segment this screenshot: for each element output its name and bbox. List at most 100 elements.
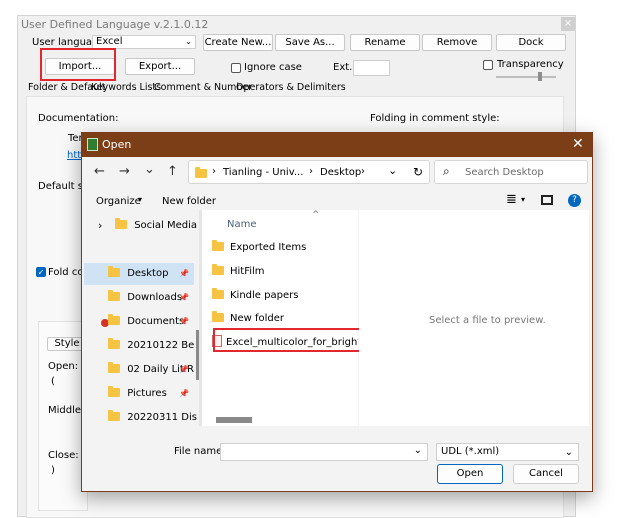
folder-icon — [108, 290, 120, 301]
folder-icon — [212, 311, 224, 322]
file-name: HitFilm — [230, 266, 265, 277]
expand-chevron-icon[interactable]: › — [98, 215, 102, 237]
address-bar[interactable]: › Tianling - Univ... › Desktop › ⌄ ↻ — [188, 160, 430, 184]
folder-icon — [212, 288, 224, 299]
chevron-down-icon: ⌄ — [185, 37, 192, 46]
breadcrumb-desktop[interactable]: Desktop — [320, 167, 361, 178]
file-name: Exported Items — [230, 242, 307, 253]
nav-item-20210122[interactable]: 20210122 Be — [84, 335, 194, 357]
folder-icon — [212, 264, 224, 275]
pin-icon: 📌 — [179, 389, 189, 398]
nav-item-label: Documents — [127, 316, 185, 327]
nav-item-label: Desktop — [127, 268, 169, 279]
folder-icon — [108, 410, 120, 421]
remove-button[interactable]: Remove — [422, 34, 492, 51]
up-arrow-icon[interactable]: ↑ — [167, 164, 178, 179]
search-input-placeholder[interactable]: Search Desktop — [465, 167, 544, 178]
refresh-icon[interactable]: ↻ — [413, 165, 423, 179]
dialog-close-icon[interactable]: ✕ — [572, 136, 584, 152]
nav-item-label: Social Media A — [134, 220, 200, 231]
import-highlight-box — [40, 48, 116, 81]
close-label: Close: — [48, 450, 79, 461]
middle-label: Middle: — [48, 405, 85, 416]
preview-pane: Select a file to preview. — [359, 210, 589, 426]
transparency-checkbox[interactable] — [483, 60, 493, 70]
udl-close-button[interactable]: × — [561, 17, 575, 31]
notepadpp-app-icon — [87, 138, 98, 151]
folder-icon — [212, 240, 224, 251]
export-button[interactable]: Export... — [125, 58, 195, 75]
file-row-new-folder[interactable]: New folder — [212, 308, 284, 330]
nav-item-label: Downloads — [127, 292, 183, 303]
user-language-select[interactable]: Excel ⌄ — [92, 35, 196, 49]
recent-locations-chevron-icon[interactable]: ⌄ — [144, 162, 155, 177]
help-icon[interactable]: ? — [568, 194, 581, 207]
file-highlight-box — [213, 328, 361, 352]
transparency-slider[interactable] — [496, 76, 556, 78]
nav-item-documents[interactable]: Documents 📌 — [84, 311, 194, 333]
open-label: Open: — [48, 361, 79, 372]
organize-menu[interactable]: Organize — [96, 196, 141, 207]
rename-button[interactable]: Rename — [350, 34, 420, 51]
ext-input[interactable] — [353, 60, 390, 76]
open-button[interactable]: Open — [437, 464, 503, 484]
search-box[interactable]: ⌕ Search Desktop — [434, 160, 588, 184]
file-name: Kindle papers — [230, 290, 299, 301]
sort-ascending-icon: ^ — [312, 210, 320, 220]
navigation-pane: › Social Media A Desktop 📌 Downloads 📌 D… — [84, 210, 200, 426]
cancel-button[interactable]: Cancel — [513, 464, 579, 484]
nav-item-label: 20220311 Dis — [127, 412, 197, 423]
nav-item-desktop[interactable]: Desktop 📌 — [84, 263, 194, 285]
address-dropdown-chevron-icon[interactable]: ⌄ — [388, 164, 397, 177]
back-arrow-icon[interactable]: ← — [94, 164, 105, 179]
tab-keywords-lists[interactable]: Keywords Lists — [91, 82, 161, 94]
udl-window-title: User Defined Language v.2.1.0.12 — [21, 18, 209, 31]
forward-arrow-icon[interactable]: → — [119, 164, 130, 179]
organize-chevron-icon: ▾ — [138, 195, 143, 204]
preview-pane-icon[interactable] — [541, 195, 553, 205]
file-name-label: File name: — [174, 446, 226, 457]
pane-divider[interactable] — [199, 210, 202, 426]
file-name-dropdown-icon[interactable]: ⌄ — [414, 445, 422, 456]
folder-icon — [108, 338, 120, 349]
transparency-slider-thumb[interactable] — [538, 72, 542, 81]
column-header-name[interactable]: Name — [227, 219, 257, 230]
fold-compact-checkbox[interactable]: ✓ — [36, 267, 46, 277]
nav-item-label: 20210122 Be — [127, 340, 195, 351]
file-name-input[interactable]: ⌄ — [220, 443, 428, 461]
pin-icon: 📌 — [179, 269, 189, 278]
nav-item-20220311[interactable]: 20220311 Dis — [84, 407, 197, 426]
ignore-case-checkbox[interactable] — [231, 63, 241, 73]
user-language-value: Excel — [96, 36, 123, 47]
dock-button[interactable]: Dock — [496, 34, 566, 51]
dialog-title: Open — [102, 138, 132, 151]
pin-icon: 📌 — [179, 317, 189, 326]
breadcrumb-sep-icon: › — [212, 166, 216, 177]
file-name: New folder — [230, 313, 285, 324]
transparency-label: Transparency — [497, 59, 564, 70]
preview-message: Select a file to preview. — [429, 315, 546, 326]
nav-item-social-media[interactable]: › Social Media A — [84, 215, 200, 237]
tab-operators-delimiters[interactable]: Operators & Delimiters — [236, 82, 346, 94]
file-row-kindle-papers[interactable]: Kindle papers — [212, 285, 298, 307]
nav-item-downloads[interactable]: Downloads 📌 — [84, 287, 194, 309]
file-type-value: UDL (*.xml) — [441, 446, 500, 457]
nav-item-pictures[interactable]: Pictures 📌 — [84, 383, 194, 405]
create-new-button[interactable]: Create New... — [203, 34, 273, 51]
nav-item-label: Pictures — [127, 388, 167, 399]
breadcrumb-sep-icon: › — [361, 166, 365, 177]
new-folder-button[interactable]: New folder — [162, 196, 216, 207]
breadcrumb-onedrive[interactable]: Tianling - Univ... — [223, 167, 303, 178]
nav-item-daily-lit[interactable]: 02 Daily Lit R 📌 — [84, 359, 194, 381]
file-row-hitfilm[interactable]: HitFilm — [212, 261, 265, 283]
documentation-label: Documentation: — [38, 113, 119, 124]
save-as-button[interactable]: Save As... — [275, 34, 345, 51]
file-type-chevron-icon: ⌄ — [564, 447, 573, 458]
folder-icon — [108, 362, 120, 373]
file-row-exported-items[interactable]: Exported Items — [212, 237, 306, 259]
view-options-icon[interactable]: ≣ — [506, 192, 517, 207]
file-type-select[interactable]: UDL (*.xml) ⌄ — [436, 443, 579, 461]
view-dropdown-icon[interactable]: ▾ — [521, 195, 525, 204]
file-list-scrollbar-thumb[interactable] — [216, 417, 252, 423]
pin-icon: 📌 — [179, 365, 189, 374]
